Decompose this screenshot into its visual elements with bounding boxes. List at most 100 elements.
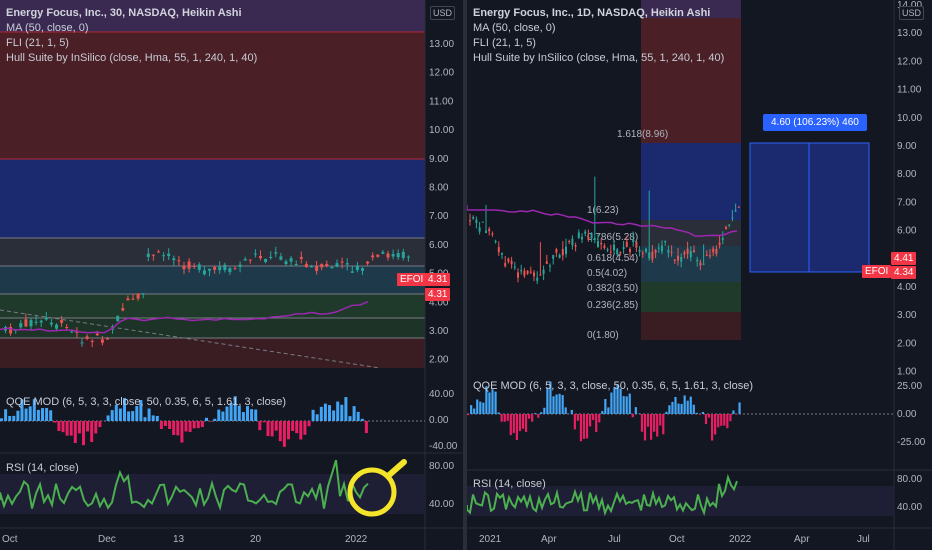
- right-price-tick: 12.00: [897, 56, 922, 67]
- right-qqe-bar: [698, 414, 701, 415]
- left-qqe-bar: [118, 408, 122, 421]
- right-candle: [539, 274, 542, 276]
- left-qqe-bar: [303, 421, 307, 435]
- left-candle: [172, 258, 176, 261]
- left-currency-badge[interactable]: USD: [430, 6, 456, 20]
- left-qqe-tick: 40.00: [429, 389, 454, 400]
- right-candle: [696, 259, 699, 262]
- right-candle: [552, 255, 555, 259]
- right-candle: [702, 263, 705, 265]
- left-qqe-bar: [168, 421, 172, 430]
- right-price-tick: 1.00: [897, 367, 917, 378]
- left-qqe-bar: [250, 409, 254, 421]
- left-candle: [381, 251, 385, 254]
- left-qqe-bar: [151, 415, 155, 421]
- right-qqe-bar: [506, 414, 509, 421]
- left-candle: [141, 293, 145, 295]
- right-qqe-bar: [729, 414, 732, 422]
- right-price-tick: 2.00: [897, 338, 917, 349]
- right-candle: [648, 252, 651, 259]
- right-time-tick: Jul: [608, 534, 621, 545]
- left-candle: [366, 261, 370, 264]
- right-candle: [673, 259, 676, 261]
- right-candle: [494, 240, 497, 242]
- right-qqe-bar: [585, 414, 589, 439]
- right-qqe-bar: [488, 392, 491, 414]
- left-rsi-label[interactable]: RSI (14, close): [6, 462, 79, 474]
- left-candle: [39, 320, 43, 323]
- right-qqe-bar: [494, 391, 497, 414]
- left-candle: [44, 317, 48, 320]
- right-candle: [606, 249, 609, 251]
- right-currency-badge[interactable]: USD: [899, 6, 925, 20]
- left-qqe-bar: [36, 409, 40, 421]
- right-candle: [657, 247, 660, 249]
- right-candle: [734, 210, 737, 212]
- right-candle: [718, 242, 721, 246]
- right-qqe-bar: [524, 414, 528, 432]
- left-qqe-label[interactable]: QQE MOD (6, 5, 3, 3, close, 50, 0.35, 6,…: [6, 396, 286, 408]
- left-candle: [136, 293, 140, 299]
- left-time-tick: 13: [173, 534, 185, 545]
- right-candle: [670, 252, 673, 254]
- right-qqe-bar: [601, 411, 604, 414]
- right-candle: [565, 246, 567, 254]
- right-qqe-bar: [665, 411, 668, 414]
- left-candle: [304, 263, 308, 268]
- right-qqe-bar: [573, 414, 576, 430]
- left-qqe-bar: [77, 421, 81, 434]
- left-qqe-bar: [127, 411, 131, 421]
- left-qqe-bar: [12, 415, 16, 421]
- left-candle: [350, 271, 354, 273]
- right-qqe-bar: [714, 414, 717, 435]
- left-time-tick: Oct: [2, 534, 18, 545]
- right-chart-pane[interactable]: 1.618(8.96) 1(6.23) 0.786(5.28) 0.618(4.54)…: [467, 0, 932, 550]
- right-qqe-bar: [534, 413, 537, 414]
- left-chart-pane[interactable]: 13.0012.0011.0010.009.008.007.006.005.00…: [0, 0, 463, 550]
- right-qqe-bar: [701, 411, 705, 414]
- right-candle: [651, 251, 654, 260]
- right-qqe-bar: [723, 414, 726, 426]
- right-qqe-bar: [570, 409, 573, 414]
- left-qqe-bar: [159, 421, 163, 430]
- left-candle: [396, 253, 400, 258]
- right-qqe-bar: [692, 404, 695, 414]
- right-candle: [491, 233, 494, 235]
- right-candle: [725, 227, 727, 229]
- left-qqe-bar: [295, 421, 299, 434]
- right-qqe-bar: [607, 407, 610, 414]
- right-qqe-bar: [476, 399, 479, 414]
- right-qqe-bar: [598, 414, 601, 423]
- right-candle: [731, 217, 734, 219]
- right-qqe-bar: [537, 414, 540, 418]
- left-candle: [167, 253, 171, 257]
- right-candle: [549, 265, 551, 267]
- right-qqe-bar: [631, 414, 634, 418]
- left-qqe-bar: [94, 421, 98, 434]
- right-candle: [629, 248, 631, 253]
- right-candle: [625, 241, 628, 247]
- left-candle: [391, 253, 395, 257]
- right-qqe-bar: [543, 407, 546, 414]
- right-rsi-label[interactable]: RSI (14, close): [473, 478, 546, 490]
- left-candle: [289, 258, 293, 262]
- left-price-tick: 9.00: [429, 154, 449, 165]
- right-zone-blue: [641, 143, 741, 220]
- left-candle: [80, 342, 84, 344]
- left-candle: [223, 264, 227, 270]
- left-price-tag-1: 4.31: [425, 273, 451, 286]
- left-candle: [340, 261, 344, 263]
- right-candle: [517, 272, 519, 278]
- right-candle: [478, 227, 481, 232]
- right-qqe-label[interactable]: QQE MOD (6, 5, 3, 3, close, 50, 0.35, 6,…: [473, 380, 753, 392]
- right-qqe-tick: 25.00: [897, 381, 922, 392]
- left-qqe-bar: [110, 410, 114, 421]
- fib-label: 0(1.80): [587, 330, 619, 341]
- right-qqe-bar: [479, 401, 482, 414]
- left-zone-gray: [0, 238, 425, 266]
- left-qqe-bar: [184, 421, 188, 432]
- right-qqe-bar: [717, 414, 720, 428]
- highlight-handle: [385, 459, 407, 479]
- right-candle: [542, 269, 545, 275]
- left-candle: [65, 327, 69, 329]
